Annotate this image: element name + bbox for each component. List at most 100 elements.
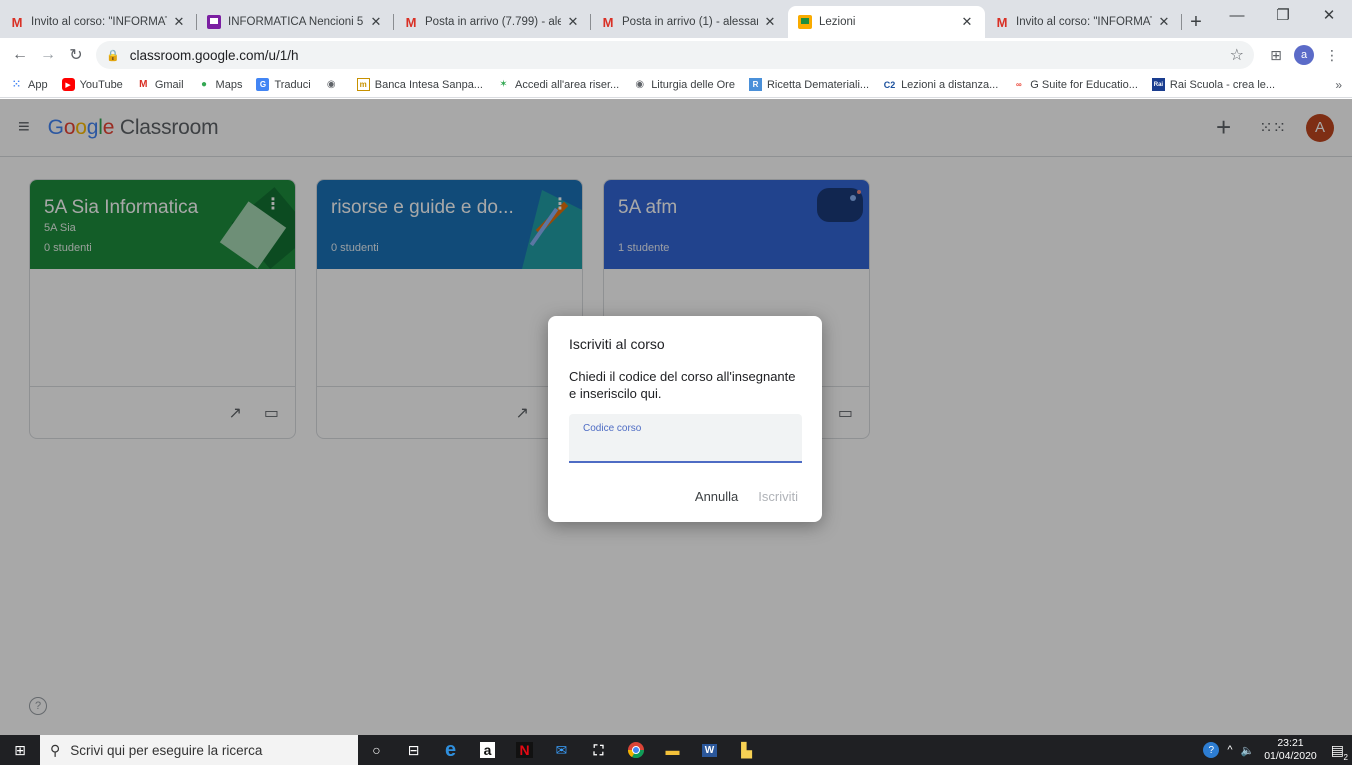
classroom-icon: [207, 15, 221, 29]
dialog-instructions: Chiedi il codice del corso all'insegnant…: [569, 369, 796, 401]
cortana-icon[interactable]: ○: [358, 735, 395, 765]
mail-icon[interactable]: ✉: [543, 735, 580, 765]
close-icon[interactable]: ✕: [762, 14, 778, 30]
close-window-icon[interactable]: ✕: [1306, 0, 1352, 30]
bookmark-distance-lessons[interactable]: C2 Lezioni a distanza...: [883, 78, 999, 91]
extension-icon[interactable]: ⊞: [1262, 41, 1290, 69]
notifications-icon[interactable]: ▤ 2: [1331, 742, 1348, 762]
bookmark-reserved-area[interactable]: ✶ Accedi all'area riser...: [497, 78, 619, 91]
rai-icon: Rai: [1151, 78, 1165, 91]
youtube-icon: ▶: [61, 78, 75, 91]
close-icon[interactable]: ✕: [171, 14, 187, 30]
tab-title: INFORMATICA Nencioni 5D S: [228, 16, 364, 28]
tab-title: Lezioni: [819, 16, 856, 28]
help-tray-icon[interactable]: ?: [1203, 742, 1220, 758]
browser-tab-active[interactable]: Lezioni ✕: [788, 6, 985, 38]
bookmark-maps[interactable]: ● Maps: [198, 78, 243, 91]
browser-menu-icon[interactable]: ⋮: [1318, 41, 1346, 69]
gmail-icon: M: [602, 14, 614, 30]
bookmark-label: App: [28, 78, 48, 91]
join-button[interactable]: Iscriviti: [748, 487, 808, 506]
search-icon: ⚲: [50, 741, 61, 758]
tab-title: Posta in arrivo (1) - alessandr: [622, 16, 758, 28]
store-icon[interactable]: ⛶: [580, 735, 617, 765]
bookmark-translate[interactable]: G Traduci: [256, 78, 311, 91]
task-view-icon[interactable]: ⊟: [395, 735, 432, 765]
restore-icon[interactable]: ❐: [1260, 0, 1306, 30]
bookmark-prescription[interactable]: R Ricetta Demateriali...: [748, 78, 869, 91]
join-class-dialog: Iscriviti al corso Chiedi il codice del …: [548, 316, 822, 522]
profile-button[interactable]: a: [1290, 41, 1318, 69]
windows-start-icon[interactable]: ⊞: [0, 742, 40, 759]
bookmark-star-icon[interactable]: ☆: [1230, 45, 1244, 65]
bookmark-label: Maps: [215, 78, 243, 91]
bookmark-youtube[interactable]: ▶ YouTube: [61, 78, 123, 91]
bookmark-label: Lezioni a distanza...: [901, 78, 999, 91]
address-bar[interactable]: 🔒 classroom.google.com/u/1/h ☆: [96, 41, 1254, 69]
window-controls: — ❐ ✕: [1214, 0, 1352, 30]
browser-tab[interactable]: M Invito al corso: "INFORMATIC ✕: [0, 6, 197, 38]
bookmarks-overflow-button[interactable]: »: [1335, 78, 1342, 92]
browser-tab[interactable]: INFORMATICA Nencioni 5D S ✕: [197, 6, 394, 38]
chevron-up-icon[interactable]: ^: [1227, 744, 1232, 756]
class-code-field[interactable]: Codice corso: [569, 414, 802, 463]
gmail-icon: M: [139, 79, 148, 90]
profile-avatar: a: [1294, 45, 1314, 65]
bookmarks-bar: ⁙ App ▶ YouTube M Gmail ● Maps G Traduci ◉ mB…: [0, 72, 1352, 98]
bank-icon: m: [356, 78, 370, 91]
c2-icon: C2: [883, 79, 896, 90]
bookmark-gmail[interactable]: M Gmail: [137, 78, 184, 91]
browser-tab[interactable]: M Posta in arrivo (7.799) - aless ✕: [394, 6, 591, 38]
new-tab-button[interactable]: +: [1182, 6, 1210, 38]
chrome-icon[interactable]: [617, 735, 654, 765]
close-icon[interactable]: ✕: [959, 14, 975, 30]
bookmark-label: Banca Intesa Sanpa...: [374, 78, 483, 91]
dialog-title: Iscriviti al corso: [569, 336, 665, 352]
close-icon[interactable]: ✕: [1156, 14, 1172, 30]
close-icon[interactable]: ✕: [368, 14, 384, 30]
class-code-input[interactable]: [583, 440, 788, 455]
close-icon[interactable]: ✕: [565, 14, 581, 30]
bookmark-globe[interactable]: ◉: [325, 78, 343, 91]
minimize-icon[interactable]: —: [1214, 0, 1260, 30]
netflix-icon[interactable]: N: [506, 735, 543, 765]
bookmark-gsuite[interactable]: ∞ G Suite for Educatio...: [1012, 78, 1138, 91]
system-tray: ? ^ 🔈 23:21 01/04/2020 ▤ 2: [1203, 737, 1352, 763]
bookmark-label: Gmail: [154, 78, 184, 91]
reload-icon[interactable]: ↻: [62, 41, 90, 69]
tab-title: Posta in arrivo (7.799) - aless: [425, 16, 561, 28]
bookmark-liturgy[interactable]: ◉ Liturgia delle Ore: [633, 78, 735, 91]
clock-date: 01/04/2020: [1264, 750, 1317, 762]
bookmark-label: Liturgia delle Ore: [651, 78, 735, 91]
sticky-notes-icon[interactable]: ▙: [728, 735, 765, 765]
taskbar-search-placeholder: Scrivi qui per eseguire la ricerca: [70, 742, 263, 758]
word-icon[interactable]: W: [691, 735, 728, 765]
prescription-icon: R: [748, 78, 762, 91]
gsuite-icon: ∞: [1015, 80, 1022, 89]
dialog-actions: Annulla Iscriviti: [685, 487, 808, 506]
volume-icon[interactable]: 🔈: [1241, 744, 1255, 757]
clock-time: 23:21: [1277, 737, 1304, 749]
maps-pin-icon: ●: [201, 79, 208, 90]
taskbar-search[interactable]: ⚲ Scrivi qui per eseguire la ricerca: [40, 735, 358, 765]
classroom-icon: [798, 15, 812, 29]
file-explorer-icon[interactable]: ▬: [654, 735, 691, 765]
forward-icon[interactable]: →: [34, 41, 62, 69]
bookmark-rai[interactable]: Rai Rai Scuola - crea le...: [1151, 78, 1275, 91]
notification-count: 2: [1343, 752, 1348, 762]
classroom-icon: [207, 15, 221, 29]
browser-tab[interactable]: M Invito al corso: "INFORMATIC ✕: [985, 6, 1182, 38]
bookmark-bank[interactable]: m Banca Intesa Sanpa...: [356, 78, 483, 91]
gmail-icon: M: [11, 14, 23, 30]
bookmark-apps[interactable]: ⁙ App: [10, 78, 48, 91]
system-clock[interactable]: 23:21 01/04/2020: [1264, 737, 1317, 763]
back-icon[interactable]: ←: [6, 41, 34, 69]
cancel-button[interactable]: Annulla: [685, 487, 748, 506]
browser-tab[interactable]: M Posta in arrivo (1) - alessandr ✕: [591, 6, 788, 38]
windows-taskbar: ⊞ ⚲ Scrivi qui per eseguire la ricerca ○…: [0, 735, 1352, 765]
tab-title: Invito al corso: "INFORMATIC: [1016, 16, 1152, 28]
amazon-icon[interactable]: a: [469, 735, 506, 765]
gmail-icon: M: [996, 14, 1008, 30]
edge-icon[interactable]: e: [432, 735, 469, 765]
lock-icon[interactable]: 🔒: [106, 49, 120, 62]
